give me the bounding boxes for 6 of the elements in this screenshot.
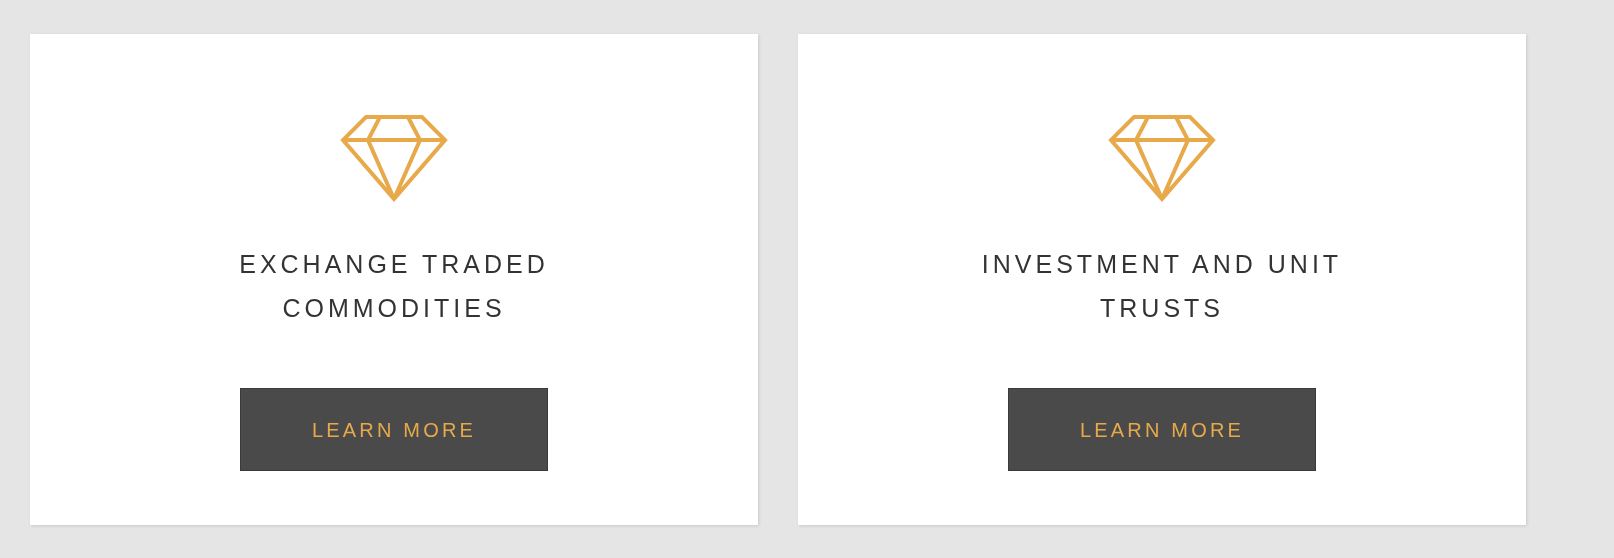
learn-more-button[interactable]: LEARN MORE bbox=[1008, 388, 1316, 471]
learn-more-button[interactable]: LEARN MORE bbox=[240, 388, 548, 471]
diamond-icon bbox=[1108, 114, 1216, 202]
diamond-icon bbox=[340, 114, 448, 202]
card-title: EXCHANGE TRADED COMMODITIES bbox=[238, 249, 550, 324]
card-title: INVESTMENT AND UNIT TRUSTS bbox=[980, 249, 1344, 324]
